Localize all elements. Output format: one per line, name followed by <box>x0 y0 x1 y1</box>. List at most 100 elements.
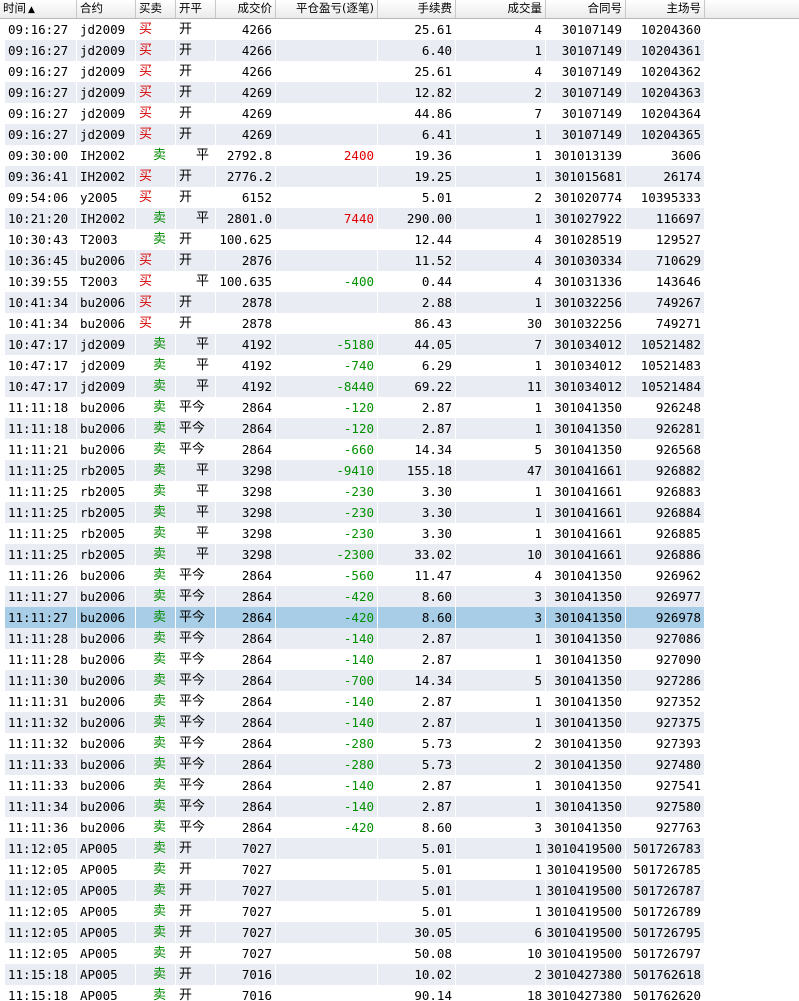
cell-price: 4192 <box>216 355 276 376</box>
cell-direction: 卖 <box>136 460 176 481</box>
header-volume[interactable]: 成交量 <box>456 0 546 18</box>
table-row[interactable]: 10:47:17 jd2009 卖平 4192 -740 6.29 1 301034012 10… <box>0 355 799 376</box>
cell-contract: bu2006 <box>77 670 136 691</box>
cell-openclose: 平今 <box>176 565 216 586</box>
table-row[interactable]: 10:30:43 T2003 卖开 100.625 12.44 4 301028519 129… <box>0 229 799 250</box>
cell-volume: 1 <box>456 628 546 649</box>
table-row[interactable]: 09:16:27 jd2009 买开 4269 44.86 7 30107149 102043… <box>0 103 799 124</box>
cell-direction: 卖 <box>136 586 176 607</box>
cell-openclose: 开 <box>176 19 216 40</box>
row-filler <box>705 439 799 460</box>
cell-price: 2792.8 <box>216 145 276 166</box>
table-row[interactable]: 11:12:05 AP005 卖开 7027 5.01 1 3010419500 501726… <box>0 880 799 901</box>
cell-contract-no: 3010427380 <box>546 964 626 985</box>
table-row[interactable]: 11:11:25 rb2005 卖平 3298 -230 3.30 1 301041661 92… <box>0 502 799 523</box>
table-row[interactable]: 11:11:21 bu2006 卖平今 2864 -660 14.34 5 301041350… <box>0 439 799 460</box>
table-row[interactable]: 10:41:34 bu2006 买开 2878 86.43 30 301032256 7492… <box>0 313 799 334</box>
table-row[interactable]: 11:15:18 AP005 卖开 7016 10.02 2 3010427380 50176… <box>0 964 799 985</box>
table-row[interactable]: 11:11:18 bu2006 卖平今 2864 -120 2.87 1 301041350 9… <box>0 397 799 418</box>
cell-volume: 1 <box>456 838 546 859</box>
table-row[interactable]: 11:11:27 bu2006 卖平今 2864 -420 8.60 3 301041350 9… <box>0 607 799 628</box>
table-row[interactable]: 11:12:05 AP005 卖开 7027 5.01 1 3010419500 501726… <box>0 859 799 880</box>
cell-fee: 12.82 <box>378 82 456 103</box>
header-contract[interactable]: 合约 <box>77 0 136 18</box>
table-row[interactable]: 11:11:32 bu2006 卖平今 2864 -140 2.87 1 301041350 9… <box>0 712 799 733</box>
table-row[interactable]: 10:47:17 jd2009 卖平 4192 -5180 44.05 7 301034012… <box>0 334 799 355</box>
header-exchange-no[interactable]: 主场号 <box>626 0 705 18</box>
table-row[interactable]: 11:11:34 bu2006 卖平今 2864 -140 2.87 1 301041350 9… <box>0 796 799 817</box>
table-row[interactable]: 10:39:55 T2003 买平 100.635 -400 0.44 4 301031336… <box>0 271 799 292</box>
cell-exchange-no: 3606 <box>626 145 705 166</box>
table-row[interactable]: 11:11:25 rb2005 卖平 3298 -230 3.30 1 301041661 92… <box>0 481 799 502</box>
cell-fee: 5.01 <box>378 901 456 922</box>
table-row[interactable]: 09:16:27 jd2009 买开 4266 25.61 4 30107149 102043… <box>0 19 799 40</box>
row-filler <box>705 628 799 649</box>
row-filler <box>705 691 799 712</box>
header-openclose[interactable]: 开平 <box>176 0 216 18</box>
table-row[interactable]: 10:21:20 IH2002 卖平 2801.0 7440 290.00 1 3010279… <box>0 208 799 229</box>
header-direction[interactable]: 买卖 <box>136 0 176 18</box>
cell-price: 3298 <box>216 460 276 481</box>
cell-time: 09:54:06 <box>5 187 77 208</box>
cell-pnl: -2300 <box>276 544 378 565</box>
table-row[interactable]: 11:12:05 AP005 卖开 7027 30.05 6 3010419500 50172… <box>0 922 799 943</box>
cell-contract: jd2009 <box>77 334 136 355</box>
cell-exchange-no: 926886 <box>626 544 705 565</box>
cell-openclose: 平今 <box>176 649 216 670</box>
table-row[interactable]: 11:11:33 bu2006 卖平今 2864 -280 5.73 2 301041350 9… <box>0 754 799 775</box>
table-row[interactable]: 11:12:05 AP005 卖开 7027 50.08 10 3010419500 5017… <box>0 943 799 964</box>
cell-fee: 8.60 <box>378 586 456 607</box>
cell-time: 11:11:33 <box>5 754 77 775</box>
cell-volume: 4 <box>456 19 546 40</box>
row-filler <box>705 481 799 502</box>
table-row[interactable]: 11:11:32 bu2006 卖平今 2864 -280 5.73 2 301041350 9… <box>0 733 799 754</box>
header-pnl[interactable]: 平仓盈亏(逐笔) <box>276 0 378 18</box>
row-filler <box>705 586 799 607</box>
cell-exchange-no: 10204360 <box>626 19 705 40</box>
table-row[interactable]: 10:47:17 jd2009 卖平 4192 -8440 69.22 11 30103401… <box>0 376 799 397</box>
table-row[interactable]: 11:11:28 bu2006 卖平今 2864 -140 2.87 1 301041350 9… <box>0 649 799 670</box>
header-contract-no[interactable]: 合同号 <box>546 0 626 18</box>
cell-exchange-no: 10521484 <box>626 376 705 397</box>
table-row[interactable]: 11:12:05 AP005 卖开 7027 5.01 1 3010419500 501726… <box>0 838 799 859</box>
table-row[interactable]: 11:11:27 bu2006 卖平今 2864 -420 8.60 3 301041350 9… <box>0 586 799 607</box>
table-row[interactable]: 09:16:27 jd2009 买开 4266 6.40 1 30107149 1020436… <box>0 40 799 61</box>
table-row[interactable]: 09:16:27 jd2009 买开 4266 25.61 4 30107149 102043… <box>0 61 799 82</box>
cell-contract: bu2006 <box>77 754 136 775</box>
cell-exchange-no: 926978 <box>626 607 705 628</box>
cell-contract: AP005 <box>77 985 136 1001</box>
cell-price: 7016 <box>216 964 276 985</box>
table-row[interactable]: 09:16:27 jd2009 买开 4269 6.41 1 30107149 1020436… <box>0 124 799 145</box>
cell-fee: 2.88 <box>378 292 456 313</box>
table-row[interactable]: 11:11:30 bu2006 卖平今 2864 -700 14.34 5 301041350… <box>0 670 799 691</box>
table-row[interactable]: 09:54:06 y2005 买开 6152 5.01 2 301020774 1039533… <box>0 187 799 208</box>
cell-pnl <box>276 250 378 271</box>
table-row[interactable]: 10:41:34 bu2006 买开 2878 2.88 1 301032256 749267 <box>0 292 799 313</box>
cell-volume: 1 <box>456 208 546 229</box>
table-row[interactable]: 11:11:26 bu2006 卖平今 2864 -560 11.47 4 301041350… <box>0 565 799 586</box>
row-filler <box>705 985 799 1001</box>
table-row[interactable]: 11:11:33 bu2006 卖平今 2864 -140 2.87 1 301041350 9… <box>0 775 799 796</box>
cell-openclose: 开 <box>176 61 216 82</box>
table-row[interactable]: 11:15:18 AP005 卖开 7016 90.14 18 3010427380 5017… <box>0 985 799 1001</box>
table-row[interactable]: 11:11:25 rb2005 卖平 3298 -230 3.30 1 301041661 92… <box>0 523 799 544</box>
cell-contract-no: 301041350 <box>546 418 626 439</box>
header-time[interactable]: 时间 ▲ <box>0 0 77 18</box>
table-row[interactable]: 10:36:45 bu2006 买开 2876 11.52 4 301030334 71062… <box>0 250 799 271</box>
table-row[interactable]: 11:12:05 AP005 卖开 7027 5.01 1 3010419500 501726… <box>0 901 799 922</box>
table-row[interactable]: 09:16:27 jd2009 买开 4269 12.82 2 30107149 102043… <box>0 82 799 103</box>
header-price[interactable]: 成交价 <box>216 0 276 18</box>
table-row[interactable]: 11:11:31 bu2006 卖平今 2864 -140 2.87 1 301041350 9… <box>0 691 799 712</box>
table-row[interactable]: 11:11:25 rb2005 卖平 3298 -2300 33.02 10 30104166… <box>0 544 799 565</box>
cell-direction: 卖 <box>136 691 176 712</box>
trade-records-grid[interactable]: 时间 ▲ 合约 买卖 开平 成交价 平仓盈亏(逐笔) 手续费 成交量 合同号 主场… <box>0 0 799 1001</box>
table-row[interactable]: 09:36:41 IH2002 买开 2776.2 19.25 1 301015681 261… <box>0 166 799 187</box>
table-row[interactable]: 11:11:36 bu2006 卖平今 2864 -420 8.60 3 301041350 9… <box>0 817 799 838</box>
table-row[interactable]: 11:11:28 bu2006 卖平今 2864 -140 2.87 1 301041350 9… <box>0 628 799 649</box>
table-row[interactable]: 11:11:18 bu2006 卖平今 2864 -120 2.87 1 301041350 9… <box>0 418 799 439</box>
table-row[interactable]: 11:11:25 rb2005 卖平 3298 -9410 155.18 47 3010416… <box>0 460 799 481</box>
header-fee[interactable]: 手续费 <box>378 0 456 18</box>
table-row[interactable]: 09:30:00 IH2002 卖平 2792.8 2400 19.36 1 30101313… <box>0 145 799 166</box>
cell-contract: jd2009 <box>77 40 136 61</box>
cell-contract-no: 301041661 <box>546 544 626 565</box>
